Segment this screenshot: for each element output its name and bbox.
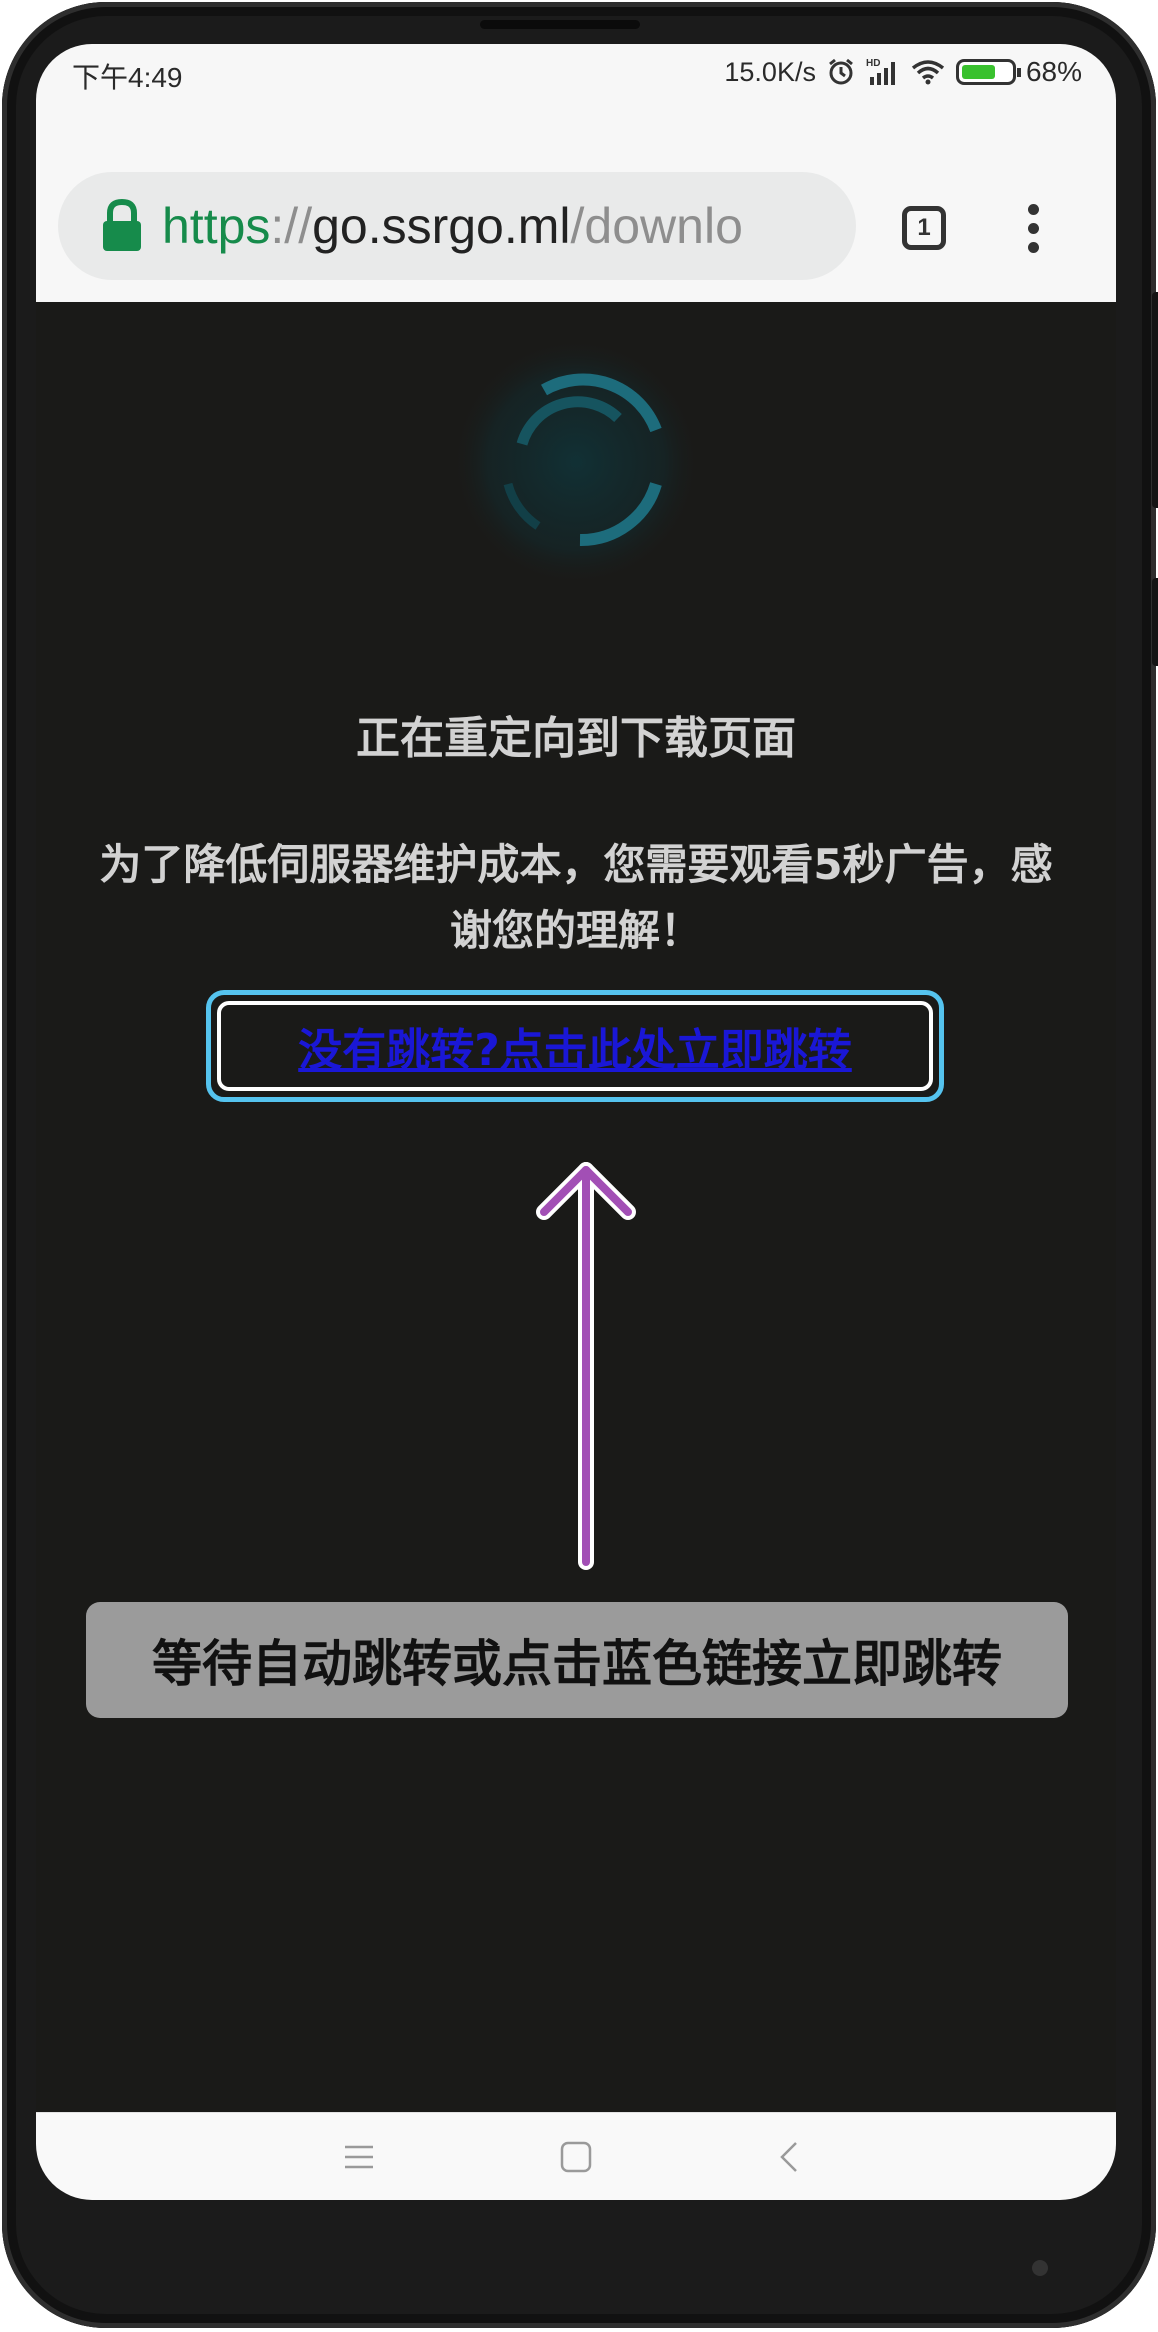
url-text[interactable]: https://go.ssrgo.ml/downlo bbox=[162, 197, 743, 255]
link-frame: 没有跳转?点击此处立即跳转 bbox=[217, 1001, 933, 1091]
web-content: 正在重定向到下载页面 为了降低伺服器维护成本，您需要观看5秒广告，感谢您的理解！… bbox=[36, 302, 1116, 2112]
volume-button bbox=[1152, 578, 1158, 666]
tabs-icon[interactable]: 1 bbox=[902, 206, 946, 250]
power-button bbox=[1152, 292, 1158, 508]
status-right: 15.0K/s HD 68% bbox=[724, 56, 1082, 88]
network-speed: 15.0K/s bbox=[724, 56, 816, 87]
loading-spinner-icon bbox=[450, 336, 702, 588]
up-arrow-icon bbox=[536, 1162, 636, 1570]
overflow-menu-icon[interactable] bbox=[1026, 204, 1040, 254]
alarm-icon bbox=[829, 58, 853, 85]
annotation-caption: 等待自动跳转或点击蓝色链接立即跳转 bbox=[86, 1602, 1068, 1718]
url-path: /downlo bbox=[570, 198, 743, 254]
url-scheme: https bbox=[162, 198, 271, 254]
battery-percent: 68% bbox=[1025, 56, 1082, 87]
url-host: go.ssrgo.ml bbox=[312, 198, 571, 254]
browser-toolbar: https://go.ssrgo.ml/downlo 1 bbox=[36, 132, 1116, 302]
home-icon[interactable] bbox=[558, 2139, 594, 2175]
phone-frame: 下午4:49 15.0K/s HD 68% https://go.ssrgo.m… bbox=[2, 2, 1158, 2328]
address-bar[interactable]: https://go.ssrgo.ml/downlo bbox=[58, 172, 856, 280]
status-time: 下午4:49 bbox=[72, 62, 183, 93]
ad-notice: 为了降低伺服器维护成本，您需要观看5秒广告，感谢您的理解！ bbox=[99, 840, 1053, 955]
page-heading: 正在重定向到下载页面 bbox=[356, 713, 796, 764]
highlight-box: 没有跳转?点击此处立即跳转 bbox=[206, 990, 944, 1102]
svg-text:HD: HD bbox=[866, 58, 880, 69]
hd-signal-icon: HD bbox=[866, 58, 895, 85]
bottom-sensor bbox=[1032, 2260, 1048, 2276]
back-icon[interactable] bbox=[772, 2139, 808, 2175]
menu-icon[interactable] bbox=[341, 2139, 377, 2175]
url-separator: :// bbox=[270, 198, 313, 254]
screen: 下午4:49 15.0K/s HD 68% https://go.ssrgo.m… bbox=[36, 44, 1116, 2200]
skip-redirect-link[interactable]: 没有跳转?点击此处立即跳转 bbox=[298, 1014, 852, 1078]
wifi-icon bbox=[911, 60, 945, 85]
lock-icon bbox=[103, 199, 141, 251]
battery-charging-icon bbox=[955, 59, 1021, 85]
status-bar: 下午4:49 15.0K/s HD 68% bbox=[36, 44, 1116, 132]
system-nav-bar bbox=[36, 2112, 1116, 2200]
earpiece-speaker bbox=[480, 20, 640, 29]
